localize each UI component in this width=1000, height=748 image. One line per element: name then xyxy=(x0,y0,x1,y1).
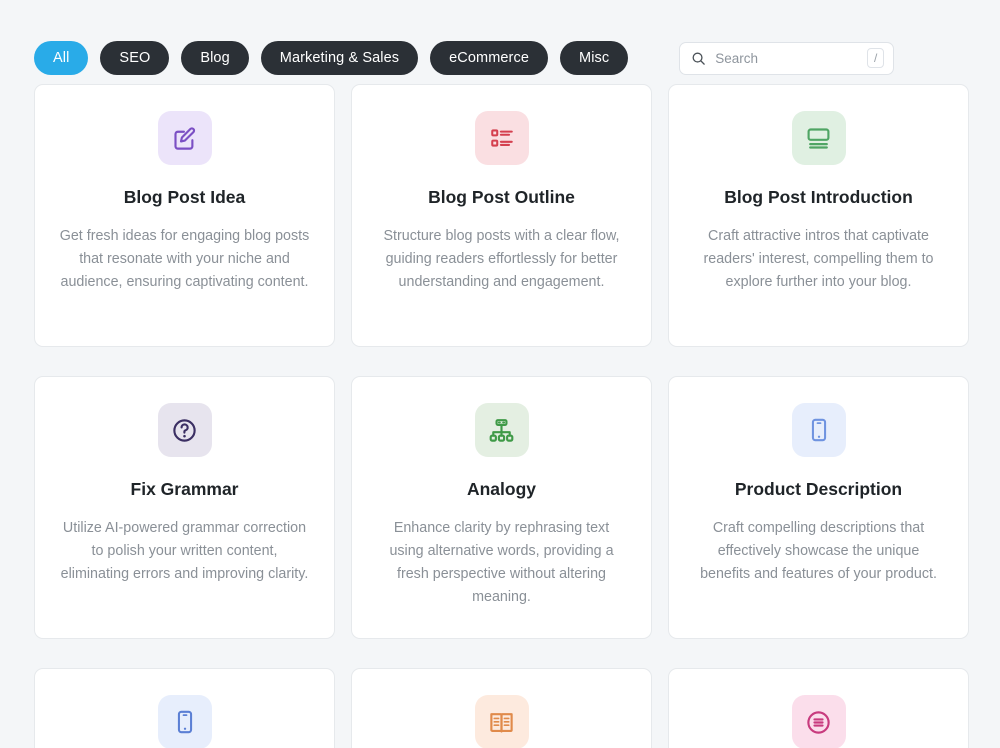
prompt-card-title: Product Description xyxy=(735,479,902,500)
prompt-card-title: Analogy xyxy=(467,479,536,500)
prompt-card-title: Blog Post Outline xyxy=(428,187,575,208)
prompt-cards-grid: Blog Post Idea Get fresh ideas for engagi… xyxy=(0,84,1000,748)
search-shortcut-key: / xyxy=(867,48,884,68)
list-outline-icon xyxy=(475,111,529,165)
search-icon xyxy=(691,51,706,66)
prompt-card-description: Get fresh ideas for engaging blog posts … xyxy=(59,225,311,294)
smartphone-icon xyxy=(792,403,846,457)
prompt-card[interactable]: Product Description Craft compelling desc… xyxy=(668,376,969,639)
prompt-card-description: Structure blog posts with a clear flow, … xyxy=(376,225,628,294)
filter-chip-misc[interactable]: Misc xyxy=(560,41,628,75)
prompt-card[interactable]: Blog Post Idea Get fresh ideas for engagi… xyxy=(34,84,335,347)
prompt-card-title: Blog Post Idea xyxy=(124,187,246,208)
prompt-card-description: Enhance clarity by rephrasing text using… xyxy=(376,517,628,610)
circle-list-icon xyxy=(792,695,846,748)
filter-chip-marketing-sales[interactable]: Marketing & Sales xyxy=(261,41,418,75)
article-layout-icon xyxy=(792,111,846,165)
prompt-card-description: Craft attractive intros that captivate r… xyxy=(693,225,945,294)
prompt-card[interactable]: Blog Post Outline Structure blog posts wi… xyxy=(351,84,652,347)
prompt-card[interactable]: Blog Post Introduction Craft attractive i… xyxy=(668,84,969,347)
smartphone-icon xyxy=(158,695,212,748)
filter-chip-seo[interactable]: SEO xyxy=(100,41,169,75)
prompt-card-title: Fix Grammar xyxy=(131,479,239,500)
edit-square-icon xyxy=(158,111,212,165)
prompt-card-description: Craft compelling descriptions that effec… xyxy=(693,517,945,586)
filter-chip-all[interactable]: All xyxy=(34,41,88,75)
filter-chip-ecommerce[interactable]: eCommerce xyxy=(430,41,548,75)
search-input[interactable] xyxy=(715,43,855,74)
prompt-library-page: All SEO Blog Marketing & Sales eCommerce Misc… xyxy=(0,0,1000,748)
prompt-card[interactable]: Fix Grammar Utilize AI-powered grammar co… xyxy=(34,376,335,639)
filter-toolbar: All SEO Blog Marketing & Sales eCommerce Misc… xyxy=(0,0,1000,84)
search-box[interactable]: / xyxy=(679,42,894,75)
hierarchy-tree-icon xyxy=(475,403,529,457)
prompt-card-description: Utilize AI-powered grammar correction to… xyxy=(59,517,311,586)
open-book-icon xyxy=(475,695,529,748)
filter-chip-blog[interactable]: Blog xyxy=(181,41,248,75)
prompt-card[interactable] xyxy=(668,668,969,748)
category-filter-chips: All SEO Blog Marketing & Sales eCommerce Misc xyxy=(34,41,628,75)
prompt-card-title: Blog Post Introduction xyxy=(724,187,913,208)
prompt-card[interactable] xyxy=(351,668,652,748)
question-circle-icon xyxy=(158,403,212,457)
prompt-card[interactable] xyxy=(34,668,335,748)
prompt-card[interactable]: Analogy Enhance clarity by rephrasing tex… xyxy=(351,376,652,639)
